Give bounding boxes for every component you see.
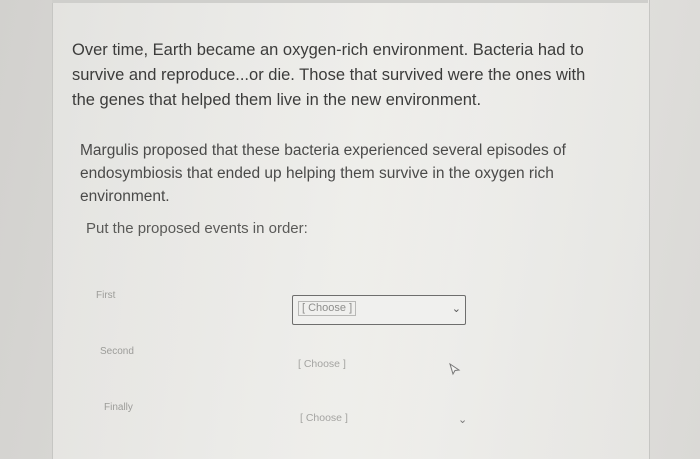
second-answer-select[interactable]: [ Choose ]	[298, 358, 468, 378]
question-paragraph-2: Margulis proposed that these bacteria ex…	[80, 142, 566, 205]
mouse-cursor-icon	[449, 362, 461, 376]
first-select-value: [ Choose ]	[298, 301, 357, 316]
row-label-finally: Finally	[104, 402, 133, 413]
finally-select-value: [ Choose ]	[300, 412, 348, 424]
finally-answer-select[interactable]: [ Choose ] ⌄	[300, 412, 470, 432]
row-label-first: First	[96, 290, 116, 301]
question-paragraph-1: Over time, Earth became an oxygen-rich e…	[72, 41, 586, 109]
row-label-second: Second	[100, 346, 134, 357]
second-select-value: [ Choose ]	[298, 358, 346, 370]
first-answer-select[interactable]: [ Choose ] ⌄	[292, 295, 466, 325]
chevron-down-icon: ⌄	[458, 414, 468, 426]
chevron-down-icon: ⌄	[451, 303, 461, 315]
question-prompt: Put the proposed events in order:	[86, 220, 308, 237]
card-top-border	[52, 0, 648, 3]
